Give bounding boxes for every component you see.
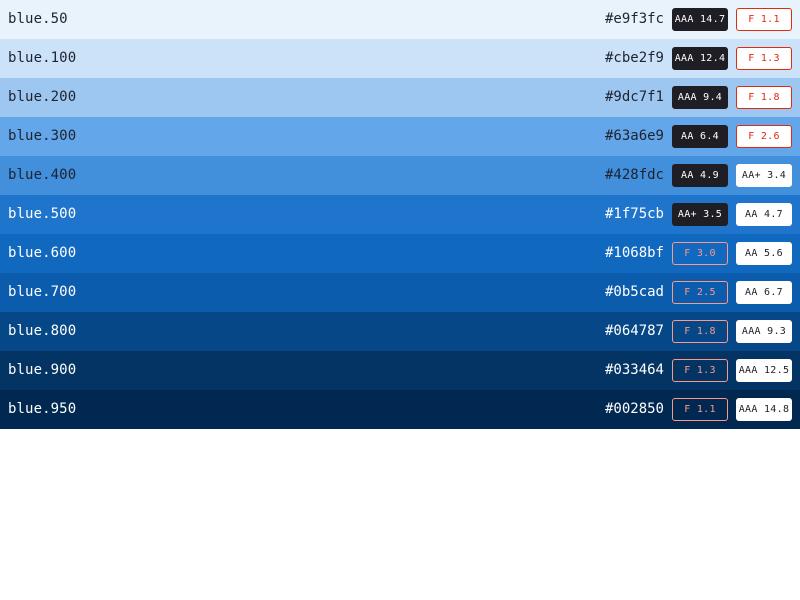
color-hex-value: #1f75cb [604, 206, 664, 222]
contrast-badge-light-text: F 1.1 [736, 8, 792, 31]
color-hex-value: #1068bf [604, 245, 664, 261]
color-swatch-row: blue.950 #002850 F 1.1 AAA 14.8 [0, 390, 800, 429]
color-token-name: blue.200 [8, 89, 77, 105]
color-swatch-row: blue.50 #e9f3fc AAA 14.7 F 1.1 [0, 0, 800, 39]
color-swatch-row: blue.900 #033464 F 1.3 AAA 12.5 [0, 351, 800, 390]
color-token-name: blue.500 [8, 206, 77, 222]
contrast-badge-dark-text: AA 6.4 [672, 125, 728, 148]
color-token-name: blue.950 [8, 401, 77, 417]
color-token-name: blue.100 [8, 50, 77, 66]
contrast-badge-dark-text: AAA 9.4 [672, 86, 728, 109]
color-token-name: blue.400 [8, 167, 77, 183]
color-swatch-list: blue.50 #e9f3fc AAA 14.7 F 1.1 blue.100 … [0, 0, 800, 429]
color-token-name: blue.800 [8, 323, 77, 339]
contrast-badge-light-text: AA 6.7 [736, 281, 792, 304]
contrast-badge-dark-text: F 3.0 [672, 242, 728, 265]
color-hex-value: #e9f3fc [604, 11, 664, 27]
contrast-badge-dark-text: F 1.3 [672, 359, 728, 382]
contrast-badge-dark-text: F 1.1 [672, 398, 728, 421]
color-hex-value: #cbe2f9 [604, 50, 664, 66]
color-swatch-row: blue.300 #63a6e9 AA 6.4 F 2.6 [0, 117, 800, 156]
color-swatch-row: blue.700 #0b5cad F 2.5 AA 6.7 [0, 273, 800, 312]
contrast-badge-dark-text: AAA 14.7 [672, 8, 728, 31]
color-token-name: blue.600 [8, 245, 77, 261]
contrast-badge-light-text: AAA 9.3 [736, 320, 792, 343]
color-hex-value: #428fdc [604, 167, 664, 183]
contrast-badge-light-text: AAA 14.8 [736, 398, 792, 421]
color-hex-value: #064787 [604, 323, 664, 339]
contrast-badge-dark-text: AA+ 3.5 [672, 203, 728, 226]
contrast-badge-dark-text: AA 4.9 [672, 164, 728, 187]
contrast-badge-light-text: F 1.8 [736, 86, 792, 109]
color-token-name: blue.900 [8, 362, 77, 378]
contrast-badge-dark-text: AAA 12.4 [672, 47, 728, 70]
contrast-badge-dark-text: F 2.5 [672, 281, 728, 304]
color-swatch-row: blue.800 #064787 F 1.8 AAA 9.3 [0, 312, 800, 351]
color-swatch-row: blue.400 #428fdc AA 4.9 AA+ 3.4 [0, 156, 800, 195]
color-token-name: blue.700 [8, 284, 77, 300]
contrast-badge-light-text: AAA 12.5 [736, 359, 792, 382]
color-hex-value: #002850 [604, 401, 664, 417]
color-hex-value: #63a6e9 [604, 128, 664, 144]
color-swatch-row: blue.100 #cbe2f9 AAA 12.4 F 1.3 [0, 39, 800, 78]
color-hex-value: #9dc7f1 [604, 89, 664, 105]
contrast-badge-light-text: F 2.6 [736, 125, 792, 148]
color-token-name: blue.50 [8, 11, 68, 27]
contrast-badge-light-text: AA 5.6 [736, 242, 792, 265]
contrast-badge-light-text: AA+ 3.4 [736, 164, 792, 187]
contrast-badge-light-text: AA 4.7 [736, 203, 792, 226]
contrast-badge-dark-text: F 1.8 [672, 320, 728, 343]
color-swatch-row: blue.600 #1068bf F 3.0 AA 5.6 [0, 234, 800, 273]
color-swatch-row: blue.500 #1f75cb AA+ 3.5 AA 4.7 [0, 195, 800, 234]
color-token-name: blue.300 [8, 128, 77, 144]
color-swatch-row: blue.200 #9dc7f1 AAA 9.4 F 1.8 [0, 78, 800, 117]
color-hex-value: #033464 [604, 362, 664, 378]
color-hex-value: #0b5cad [604, 284, 664, 300]
contrast-badge-light-text: F 1.3 [736, 47, 792, 70]
